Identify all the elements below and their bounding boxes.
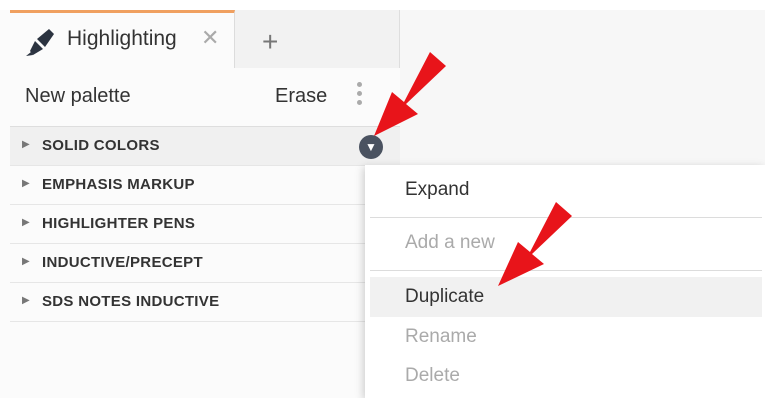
menu-separator [370, 270, 762, 271]
close-icon[interactable]: ✕ [201, 25, 219, 51]
palette-row-sds-notes-inductive[interactable]: ▶ SDS NOTES INDUCTIVE [10, 283, 400, 322]
menu-item-add-new[interactable]: Add a new [405, 232, 495, 254]
palette-toolbar: New palette Erase [10, 68, 400, 127]
erase-button[interactable]: Erase [275, 85, 327, 108]
expand-caret-icon[interactable]: ▶ [22, 139, 30, 150]
menu-item-expand[interactable]: Expand [405, 179, 469, 201]
new-palette-button[interactable]: New palette [25, 85, 131, 108]
palette-row-solid-colors[interactable]: ▶ SOLID COLORS ▼ [10, 127, 400, 166]
menu-separator [370, 217, 762, 218]
palette-label: INDUCTIVE/PRECEPT [42, 254, 203, 271]
expand-caret-icon[interactable]: ▶ [22, 217, 30, 228]
palette-label: SOLID COLORS [42, 137, 160, 154]
menu-item-duplicate[interactable]: Duplicate [405, 286, 484, 308]
tab-label: Highlighting [67, 27, 177, 50]
expand-caret-icon[interactable]: ▶ [22, 256, 30, 267]
more-options-icon[interactable] [354, 82, 364, 112]
highlighter-pen-icon [26, 29, 54, 56]
app-window: + Highlighting ✕ New palette Erase ▶ SOL… [0, 0, 765, 398]
top-band [0, 0, 765, 10]
palette-label: HIGHLIGHTER PENS [42, 215, 196, 232]
palette-row-highlighter-pens[interactable]: ▶ HIGHLIGHTER PENS [10, 205, 400, 244]
expand-caret-icon[interactable]: ▶ [22, 295, 30, 306]
expand-caret-icon[interactable]: ▶ [22, 178, 30, 189]
palette-row-emphasis-markup[interactable]: ▶ EMPHASIS MARKUP [10, 166, 400, 205]
add-tab-button[interactable]: + [262, 28, 278, 56]
chevron-down-icon[interactable]: ▼ [359, 135, 383, 159]
palette-context-menu: Expand Add a new Duplicate Rename Delete [365, 165, 765, 398]
tab-highlighting[interactable]: Highlighting ✕ [10, 10, 235, 68]
palette-row-inductive-precept[interactable]: ▶ INDUCTIVE/PRECEPT [10, 244, 400, 283]
palette-label: EMPHASIS MARKUP [42, 176, 195, 193]
palette-list: ▶ SOLID COLORS ▼ ▶ EMPHASIS MARKUP ▶ HIG… [10, 127, 400, 322]
palette-label: SDS NOTES INDUCTIVE [42, 293, 220, 310]
menu-item-delete[interactable]: Delete [405, 365, 460, 387]
menu-item-rename[interactable]: Rename [405, 326, 477, 348]
